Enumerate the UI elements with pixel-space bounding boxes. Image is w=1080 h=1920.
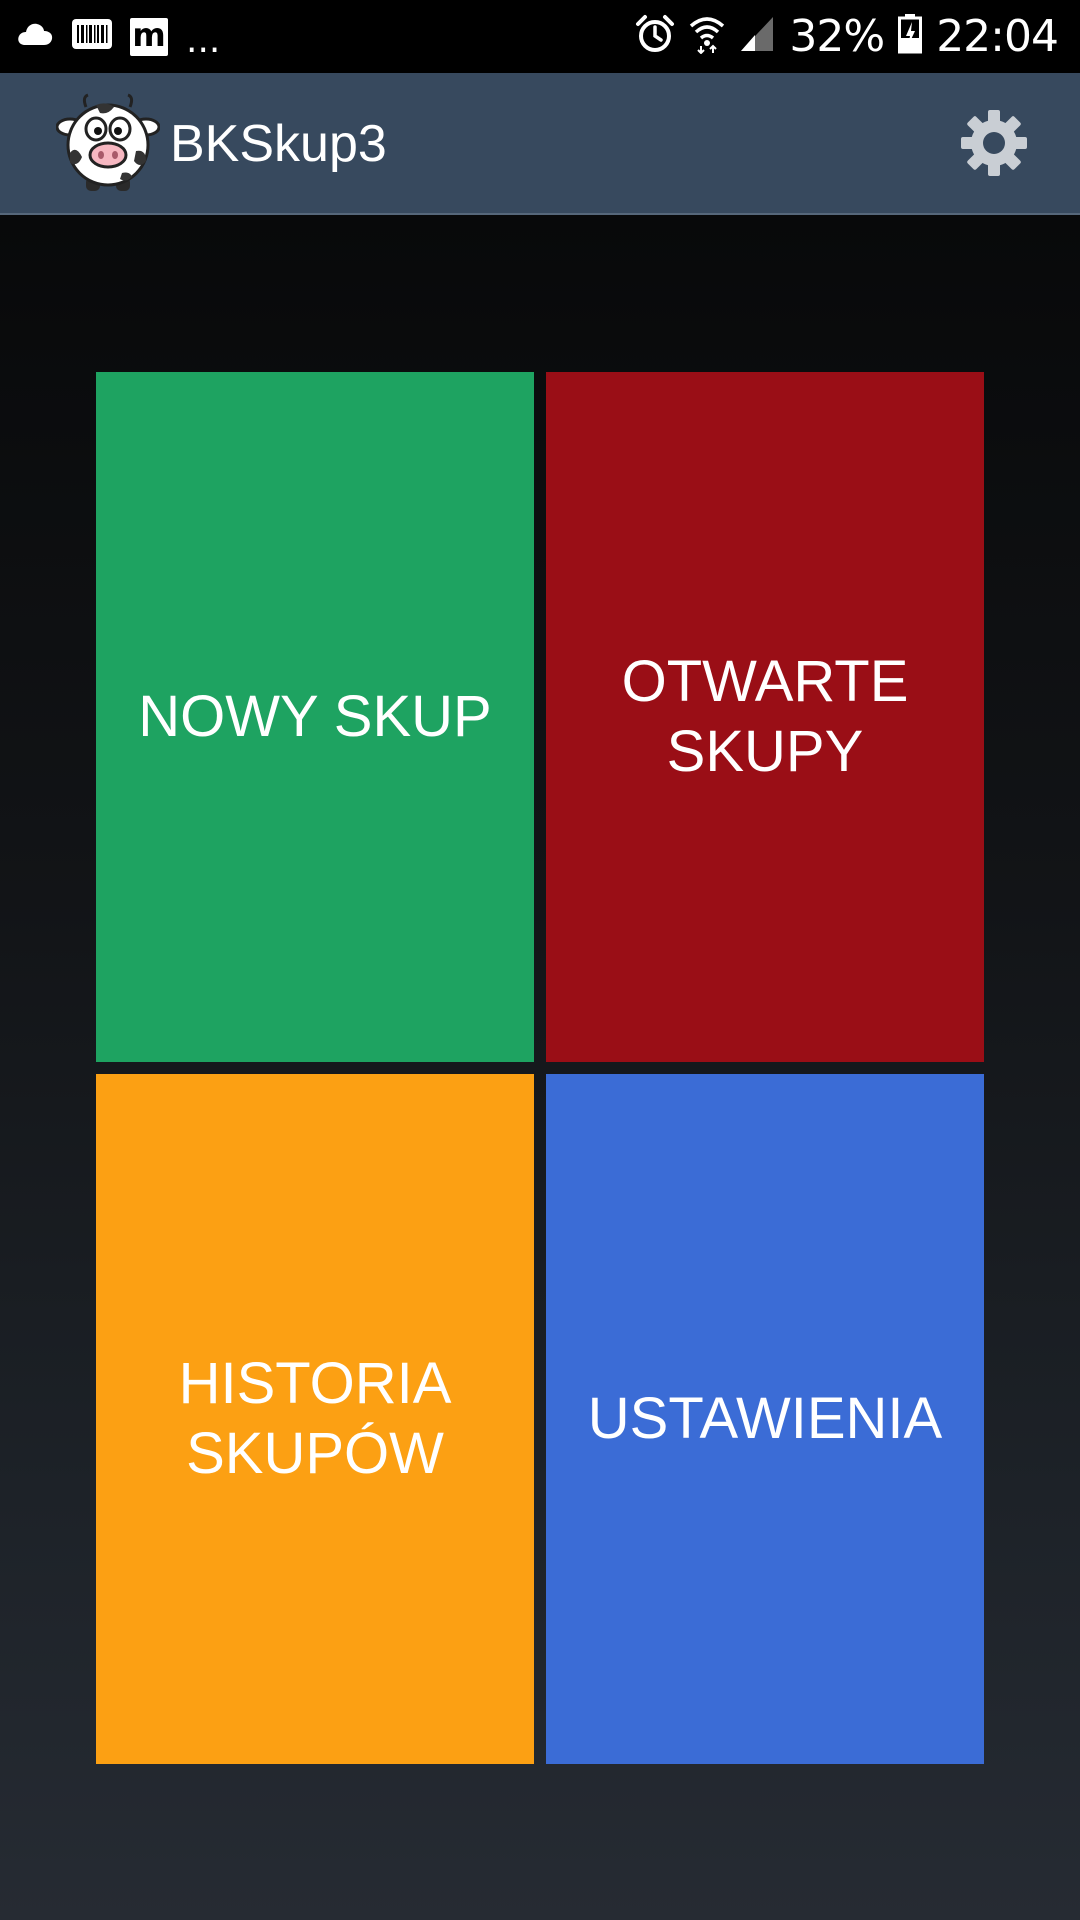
open-purchases-tile[interactable]: OTWARTE SKUPY xyxy=(546,372,984,1062)
wifi-icon xyxy=(689,14,725,59)
m-app-icon: m xyxy=(130,17,168,56)
settings-button[interactable] xyxy=(956,107,1032,183)
clock: 22:04 xyxy=(936,11,1059,62)
gear-icon xyxy=(961,109,1027,181)
new-purchase-tile[interactable]: NOWY SKUP xyxy=(96,372,534,1062)
system-indicators: 32% 22:04 xyxy=(635,0,1059,73)
tile-label: USTAWIENIA xyxy=(587,1386,943,1451)
cell-signal-icon xyxy=(739,15,775,58)
notification-icons: m ... xyxy=(16,0,220,73)
more-notifications-indicator: ... xyxy=(186,20,221,61)
cow-icon xyxy=(55,93,161,195)
tile-label: OTWARTE SKUPY xyxy=(621,649,909,784)
status-bar: m ... 32% 22:04 xyxy=(0,0,1080,73)
barcode-icon xyxy=(72,19,112,54)
settings-tile[interactable]: USTAWIENIA xyxy=(546,1074,984,1764)
alarm-icon xyxy=(635,14,675,59)
tile-label: NOWY SKUP xyxy=(138,684,492,749)
cloud-icon xyxy=(16,21,54,52)
battery-percentage: 32% xyxy=(789,11,885,62)
app-title: BKSkup3 xyxy=(170,115,387,173)
battery-charging-icon xyxy=(898,14,923,59)
tile-label: HISTORIA SKUPÓW xyxy=(178,1351,452,1486)
purchase-history-tile[interactable]: HISTORIA SKUPÓW xyxy=(96,1074,534,1764)
main-menu: NOWY SKUP OTWARTE SKUPY HISTORIA SKUPÓW … xyxy=(0,215,1080,1920)
app-bar: BKSkup3 xyxy=(0,73,1080,215)
